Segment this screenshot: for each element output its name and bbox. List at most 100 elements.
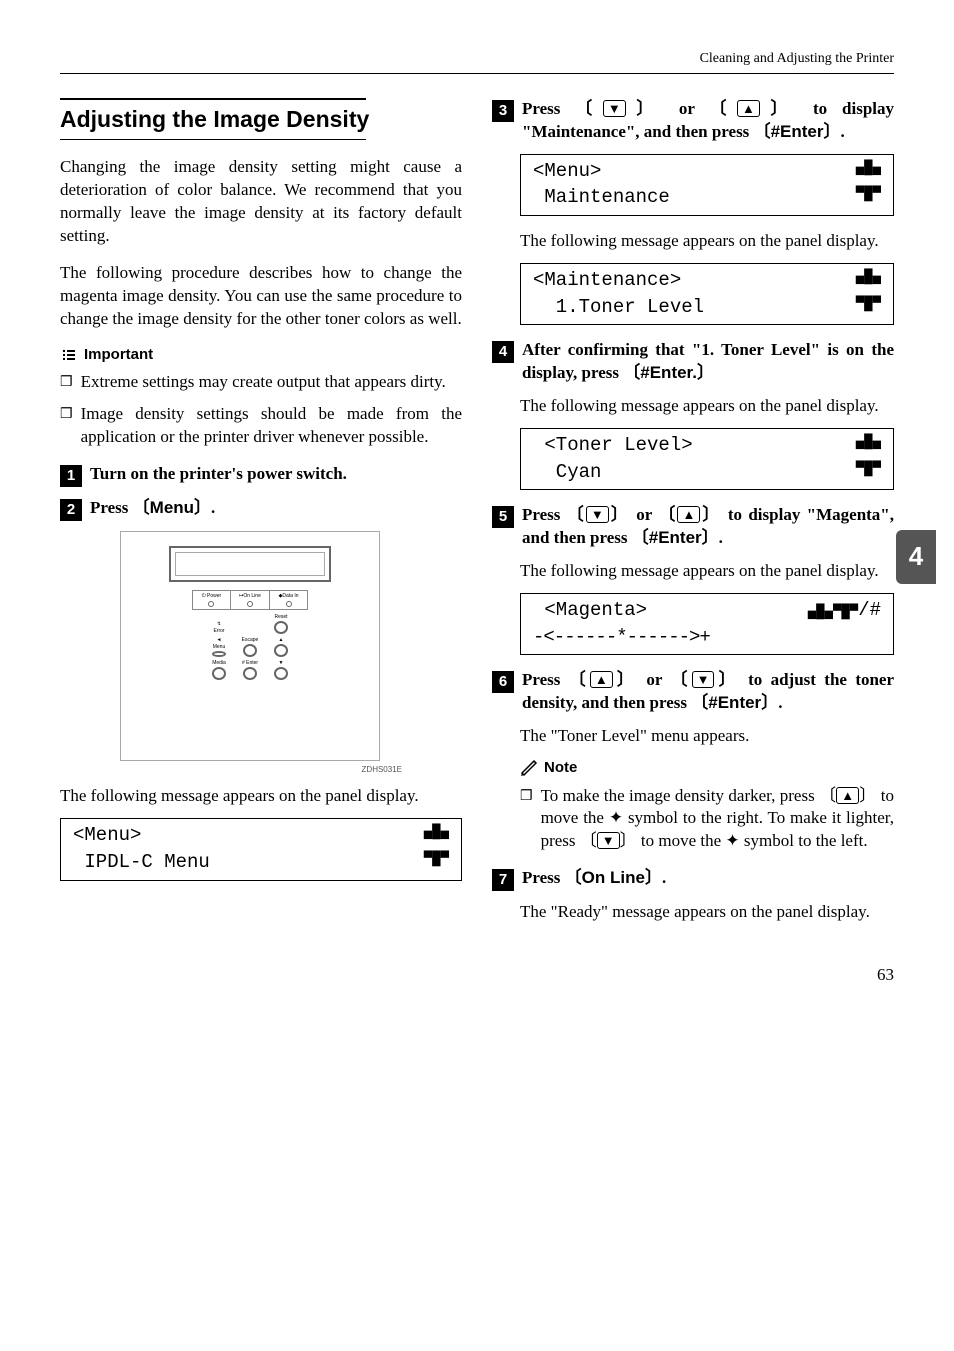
s7a: Press xyxy=(522,868,565,887)
lbracket-icon: 〔 xyxy=(575,99,603,118)
rbracket-icon: 〕 xyxy=(697,363,714,382)
panel-msg-2: The following message appears on the pan… xyxy=(520,230,894,253)
right-column: 3 Press 〔▼〕 or 〔▲〕 to display "Maintenan… xyxy=(492,98,894,934)
important-item-2: ❒Image density settings should be made f… xyxy=(60,403,462,449)
section-title: Adjusting the Image Density xyxy=(60,104,462,135)
lbracket-icon: 〔 xyxy=(658,505,677,524)
note-heading: Note xyxy=(520,758,894,778)
step-6-text: Press 〔▲〕 or 〔▼〕 to adjust the toner den… xyxy=(522,669,894,715)
note-item: ❒ To make the image density darker, pres… xyxy=(520,785,894,854)
panel-line: <Menu> xyxy=(533,159,601,185)
panel-maintenance-toner: <Maintenance>▄█▄ 1.Toner Level▀█▀ xyxy=(520,263,894,325)
up-arrow-icon: ▄█▄ xyxy=(856,433,881,459)
note-label: Note xyxy=(544,758,577,778)
step-1: 1 Turn on the printer's power switch. xyxy=(60,463,462,487)
section-rule-top xyxy=(60,98,366,100)
lbracket-icon: 〔 xyxy=(565,868,582,887)
step-4-text: After confirming that "1. Toner Level" i… xyxy=(522,339,894,385)
rbracket-icon: 〕 xyxy=(761,693,778,712)
rbracket-icon: 〕 xyxy=(626,99,664,118)
up-key-icon: ▲ xyxy=(836,787,859,804)
step-badge-6: 6 xyxy=(492,671,514,693)
hw-lamp-row: ⏻ Power ↦On Line ◆Data In xyxy=(192,590,309,611)
down-arrow-icon: ▀█▀ xyxy=(856,460,881,486)
s3d: . xyxy=(840,122,844,141)
up-arrow-icon: ▄█▄ xyxy=(424,823,449,849)
step-5: 5 Press 〔▼〕 or 〔▲〕 to display "Magenta",… xyxy=(492,504,894,550)
hw-menu-button: ◄ Menu xyxy=(205,637,233,657)
s5b: or xyxy=(630,505,658,524)
panel-line: <Menu> xyxy=(73,823,141,849)
rbracket-icon: 〕 xyxy=(702,528,719,547)
panel-line: IPDL-C Menu xyxy=(73,850,210,876)
down-key-icon: ▼ xyxy=(603,100,626,117)
up-key-icon: ▲ xyxy=(677,506,700,523)
panel-bar: -<------*------>+ xyxy=(533,625,710,651)
up-arrow-icon: ▄█▄ xyxy=(856,268,881,294)
step-6: 6 Press 〔▲〕 or 〔▼〕 to adjust the toner d… xyxy=(492,669,894,715)
down-arrow-icon: ▀█▀ xyxy=(856,185,881,211)
illustration-caption: ZDHS031E xyxy=(60,765,402,776)
online-key: On Line xyxy=(582,868,645,887)
step-2-post: . xyxy=(211,498,215,517)
s7b: . xyxy=(662,868,666,887)
hw-enter-button: # Enter xyxy=(236,660,264,680)
two-column-layout: Adjusting the Image Density Changing the… xyxy=(60,98,894,934)
enter-key: #Enter xyxy=(708,693,761,712)
step-1-text: Turn on the printer's power switch. xyxy=(90,463,347,486)
hw-media-button: Media xyxy=(205,660,233,680)
marker-symbol-icon: ✦ xyxy=(609,808,623,827)
down-key-icon: ▼ xyxy=(692,671,715,688)
s5d: . xyxy=(719,528,723,547)
panel-line: <Magenta> xyxy=(533,598,647,624)
step-3-text: Press 〔▼〕 or 〔▲〕 to display "Maintenance… xyxy=(522,98,894,144)
up-key-icon: ▲ xyxy=(590,671,613,688)
step-badge-2: 2 xyxy=(60,499,82,521)
rbracket-icon: 〕 xyxy=(620,831,637,850)
important-item-1: ❒Extreme settings may create output that… xyxy=(60,371,462,395)
hw-down-button: ▼ xyxy=(267,660,295,680)
rbracket-icon: 〕 xyxy=(823,122,840,141)
bullet-icon: ❒ xyxy=(60,371,73,395)
panel-menu-ipdl: <Menu> ▄█▄ IPDL-C Menu ▀█▀ xyxy=(60,818,462,880)
panel-magenta: <Magenta> ▄█▄▀█▀/# -<------*------>+ xyxy=(520,593,894,655)
page-header: Cleaning and Adjusting the Printer xyxy=(60,50,894,69)
step-badge-7: 7 xyxy=(492,869,514,891)
note-list: ❒ To make the image density darker, pres… xyxy=(520,785,894,854)
step-7: 7 Press 〔On Line〕. xyxy=(492,867,894,891)
hw-display xyxy=(175,552,325,576)
down-arrow-icon: ▀█▀ xyxy=(424,850,449,876)
nd: to move the xyxy=(637,831,726,850)
rbracket-icon: 〕 xyxy=(609,505,630,524)
left-column: Adjusting the Image Density Changing the… xyxy=(60,98,462,934)
down-key-icon: ▼ xyxy=(586,506,609,523)
panel-menu-maintenance: <Menu>▄█▄ Maintenance▀█▀ xyxy=(520,154,894,216)
hw-error-label: ↯Error xyxy=(205,614,233,634)
rbracket-icon: 〕 xyxy=(859,786,876,805)
panel-msg-1: The following message appears on the pan… xyxy=(60,785,462,808)
hw-lamp-power: ⏻ Power xyxy=(193,591,232,610)
lbracket-icon: 〔 xyxy=(819,786,836,805)
toner-menu-msg: The "Toner Level" menu appears. xyxy=(520,725,894,748)
step-badge-1: 1 xyxy=(60,465,82,487)
chapter-tab: 4 xyxy=(896,530,936,584)
hw-reset-button: Reset xyxy=(267,614,295,634)
lbracket-icon: 〔 xyxy=(133,498,150,517)
s6a: Press xyxy=(522,670,569,689)
rbracket-icon: 〕 xyxy=(714,670,739,689)
lbracket-icon: 〔 xyxy=(569,670,590,689)
important-heading: Important xyxy=(60,345,462,365)
menu-key: Menu xyxy=(150,498,194,517)
note-icon xyxy=(520,759,538,777)
hw-escape-button: Escape xyxy=(236,637,264,657)
rbracket-icon: 〕 xyxy=(760,99,798,118)
intro-paragraph-1: Changing the image density setting might… xyxy=(60,156,462,248)
section-rule-bottom xyxy=(60,139,366,140)
step-5-text: Press 〔▼〕 or 〔▲〕 to display "Magenta", a… xyxy=(522,504,894,550)
s3b: or xyxy=(664,99,709,118)
panel-line-right: ▄█▄▀█▀/# xyxy=(808,598,881,624)
step-4: 4 After confirming that "1. Toner Level"… xyxy=(492,339,894,385)
bullet-icon: ❒ xyxy=(60,403,73,427)
rbracket-icon: 〕 xyxy=(613,670,638,689)
lbracket-icon: 〔 xyxy=(623,363,640,382)
